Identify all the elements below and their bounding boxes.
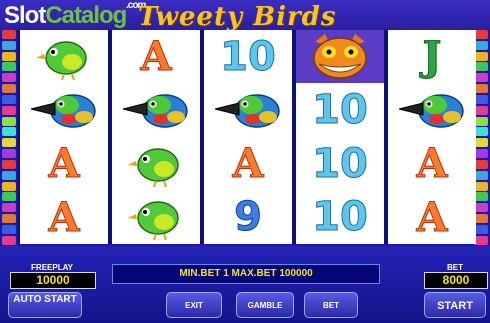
green-bird-symbol [112, 191, 200, 244]
reel-1: AA [20, 30, 108, 244]
payline-marker [474, 30, 488, 39]
number-10-symbol: 10 [312, 140, 369, 187]
letter-j-symbol: J [422, 33, 442, 81]
payline-marker [474, 73, 488, 83]
payline-marker [2, 40, 16, 50]
letter-a-symbol: A [416, 193, 448, 241]
freeplay-label: FREEPLAY [31, 263, 73, 272]
letter-a-symbol: A [232, 140, 264, 188]
watermark-part2: Catalog [45, 2, 127, 29]
payline-marker [474, 51, 488, 61]
letter-a-symbol: A [48, 193, 80, 241]
payline-marker [474, 214, 488, 224]
payline-marker [474, 235, 488, 245]
bet-button[interactable]: BET [304, 292, 358, 318]
payline-marker [2, 51, 16, 61]
payline-marker [474, 138, 488, 148]
payline-marker [2, 192, 16, 202]
reel-4: 10 10 10 [296, 30, 384, 244]
reel-3: 10 A 9 [204, 30, 292, 244]
number-9-symbol: 9 [234, 194, 263, 241]
payline-marker [474, 203, 488, 213]
payline-marker [474, 105, 488, 115]
payline-marker [474, 62, 488, 72]
green-bird-symbol [20, 30, 108, 83]
payline-marker [2, 149, 16, 159]
toucan-symbol [112, 84, 200, 137]
letter-a-symbol: A [48, 140, 80, 188]
payline-marker [2, 94, 16, 104]
watermark-logo: SlotCatalog .com [4, 0, 146, 30]
payline-marker [474, 192, 488, 202]
reel-2: A [112, 30, 200, 244]
payline-marker [474, 84, 488, 94]
payline-marker [2, 84, 16, 94]
payline-marker [2, 203, 16, 213]
reels-area: AAA 10 A9 10 10 10 J A A [18, 30, 476, 244]
exit-button[interactable]: EXIT [166, 292, 222, 318]
payline-marker [474, 94, 488, 104]
gamble-button[interactable]: GAMBLE [236, 292, 294, 318]
payline-marker [2, 30, 16, 39]
number-10-symbol: 10 [220, 33, 277, 80]
auto-start-button[interactable]: AUTO START [8, 292, 82, 318]
payline-marker [2, 127, 16, 137]
letter-a-symbol: A [140, 33, 172, 81]
payline-marker [2, 105, 16, 115]
green-bird-symbol [112, 137, 200, 190]
toucan-symbol [20, 84, 108, 137]
payline-marker [2, 170, 16, 180]
payline-marker [2, 224, 16, 234]
game-title: Tweety Birds [138, 2, 337, 32]
payline-markers-right [474, 30, 488, 245]
payline-marker [474, 224, 488, 234]
number-10-symbol: 10 [312, 194, 369, 241]
payline-marker [2, 214, 16, 224]
payline-marker [2, 138, 16, 148]
payline-marker [2, 181, 16, 191]
payline-marker [474, 40, 488, 50]
payline-markers-left [2, 30, 16, 245]
payline-marker [474, 181, 488, 191]
payline-marker [2, 62, 16, 72]
bet-label: BET [447, 263, 463, 272]
payline-marker [2, 73, 16, 83]
payline-marker [474, 149, 488, 159]
start-button[interactable]: START [424, 292, 486, 318]
toucan-symbol [204, 84, 292, 137]
reel-5: J AA [388, 30, 476, 244]
payline-marker [474, 116, 488, 126]
payline-marker [474, 159, 488, 169]
watermark-part1: Slot [4, 2, 46, 29]
number-10-symbol: 10 [312, 87, 369, 134]
payline-marker [474, 127, 488, 137]
cat-symbol [296, 30, 384, 83]
payline-marker [2, 116, 16, 126]
top-bar: SlotCatalog .com Tweety Birds [0, 0, 490, 32]
bet-value: 8000 [424, 272, 488, 289]
payline-marker [2, 235, 16, 245]
toucan-symbol [388, 84, 476, 137]
freeplay-value: 10000 [10, 272, 96, 289]
letter-a-symbol: A [416, 140, 448, 188]
payline-marker [2, 159, 16, 169]
bet-info-bar: MIN.BET 1 MAX.BET 100000 [112, 264, 380, 284]
payline-marker [474, 170, 488, 180]
